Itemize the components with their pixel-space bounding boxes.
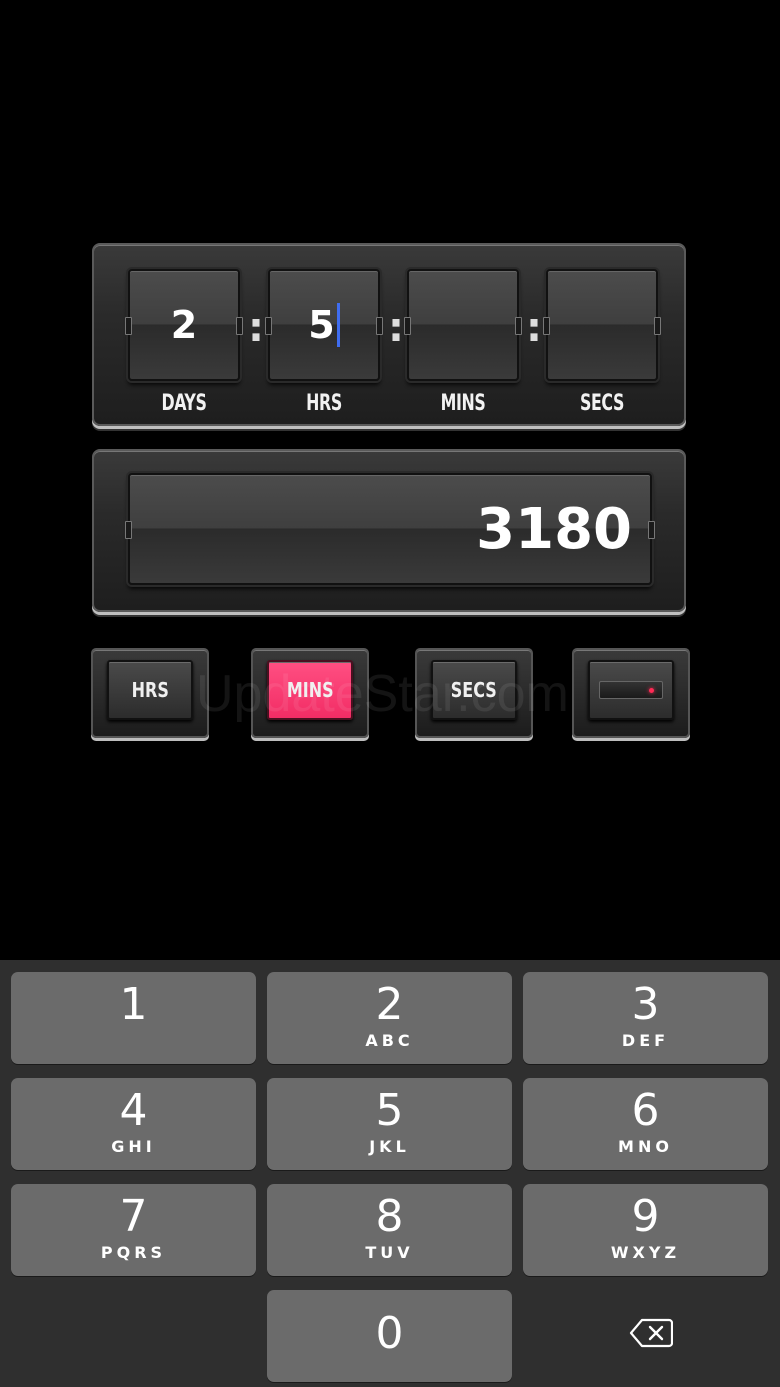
key-digit: 9 — [631, 1191, 660, 1242]
key-digit: 5 — [375, 1085, 404, 1136]
key-4[interactable]: 4 GHI — [11, 1078, 256, 1170]
seconds-unit-label: SECS — [450, 678, 498, 702]
hours-unit-face: HRS — [107, 660, 193, 720]
seconds-field[interactable] — [543, 269, 661, 381]
minutes-unit-button[interactable]: MINS — [251, 648, 369, 738]
key-letters: TUV — [365, 1243, 414, 1262]
key-digit: 6 — [631, 1085, 660, 1136]
seconds-label: SECS — [580, 391, 624, 416]
key-3[interactable]: 3 DEF — [523, 972, 768, 1064]
result-display: 3180 — [125, 473, 655, 585]
key-2[interactable]: 2 ABC — [267, 972, 512, 1064]
toggle-switch-button[interactable] — [572, 648, 690, 738]
backspace-icon — [629, 1318, 673, 1348]
hours-unit-button[interactable]: HRS — [91, 648, 209, 738]
key-8[interactable]: 8 TUV — [267, 1184, 512, 1276]
key-5[interactable]: 5 JKL — [267, 1078, 512, 1170]
minutes-unit-label: MINS — [286, 678, 334, 702]
seconds-unit-face: SECS — [431, 660, 517, 720]
key-digit: 7 — [119, 1191, 148, 1242]
hours-unit-label: HRS — [131, 678, 169, 702]
hours-field[interactable]: 5 — [265, 269, 383, 381]
text-caret — [336, 303, 340, 347]
colon-separator: : — [388, 305, 404, 351]
days-field[interactable]: 2 — [125, 269, 243, 381]
key-6[interactable]: 6 MNO — [523, 1078, 768, 1170]
key-digit: 1 — [119, 979, 148, 1030]
key-digit: 3 — [631, 979, 660, 1030]
key-letters: DEF — [621, 1031, 670, 1050]
toggle-switch-face — [588, 660, 674, 720]
key-letters: JKL — [369, 1137, 410, 1156]
key-letters: ABC — [365, 1031, 414, 1050]
time-input-panel: 2 : 5 : : DAYS HRS MINS SECS — [92, 243, 686, 426]
minutes-unit-face: MINS — [267, 660, 353, 720]
result-value: 3180 — [476, 496, 632, 562]
key-7[interactable]: 7 PQRS — [11, 1184, 256, 1276]
colon-separator: : — [248, 305, 264, 351]
hours-value: 5 — [308, 303, 335, 347]
key-0[interactable]: 0 — [267, 1290, 512, 1382]
key-digit: 2 — [375, 979, 404, 1030]
key-digit: 8 — [375, 1191, 404, 1242]
colon-separator: : — [526, 305, 542, 351]
minutes-field[interactable] — [404, 269, 522, 381]
hours-label: HRS — [306, 391, 342, 416]
key-letters: WXYZ — [610, 1243, 681, 1262]
indicator-led-icon — [649, 688, 654, 693]
result-panel: 3180 — [92, 449, 686, 612]
key-1[interactable]: 1 — [11, 972, 256, 1064]
days-label: DAYS — [161, 391, 207, 416]
key-letters: PQRS — [100, 1243, 167, 1262]
seconds-unit-button[interactable]: SECS — [415, 648, 533, 738]
key-digit: 4 — [119, 1085, 148, 1136]
minutes-label: MINS — [440, 391, 486, 416]
days-value: 2 — [170, 303, 198, 347]
key-letters: MNO — [618, 1137, 673, 1156]
key-letters: GHI — [111, 1137, 156, 1156]
key-digit: 0 — [375, 1308, 404, 1359]
delete-button[interactable] — [606, 1313, 696, 1353]
switch-track — [599, 681, 663, 699]
key-9[interactable]: 9 WXYZ — [523, 1184, 768, 1276]
